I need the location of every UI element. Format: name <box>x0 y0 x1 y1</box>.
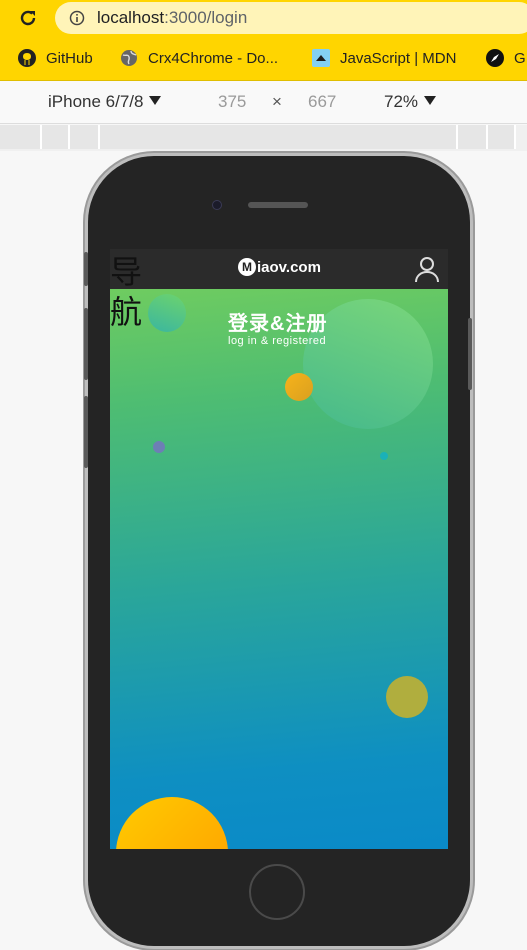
globe-icon <box>121 50 137 66</box>
ruler-segment[interactable] <box>70 125 100 149</box>
width-input[interactable]: 375 <box>218 92 246 112</box>
site-logo[interactable]: Miaov.com <box>238 258 321 276</box>
bookmark-label: JavaScript | MDN <box>340 49 457 67</box>
device-select-label: iPhone 6/7/8 <box>48 92 144 111</box>
decorative-bubble <box>380 452 388 460</box>
info-icon[interactable] <box>69 10 85 26</box>
bookmark-mdn[interactable]: JavaScript | MDN <box>312 46 456 70</box>
decorative-bubble <box>116 797 228 849</box>
github-icon <box>18 49 36 67</box>
zoom-select[interactable]: 72% <box>384 92 437 112</box>
bookmarks-bar: GitHub Crx4Chrome - Do... JavaScript | M… <box>0 36 527 81</box>
nav-label[interactable]: 导航 <box>110 252 146 332</box>
ruler-segment[interactable] <box>0 125 42 149</box>
decorative-bubble <box>285 373 313 401</box>
bookmark-crx4chrome[interactable]: Crx4Chrome - Do... <box>120 46 278 70</box>
device-toolbar: iPhone 6/7/8 375 × 667 72% <box>0 81 527 124</box>
ruler-segment[interactable] <box>100 125 458 149</box>
page-title: 登录&注册 <box>228 313 328 335</box>
dimension-separator: × <box>272 92 282 111</box>
app-screen: Miaov.com 导航 登录&注册 log in & registered <box>110 249 448 849</box>
dropdown-arrow-icon <box>424 96 437 105</box>
url-field[interactable]: localhost:3000/login <box>55 2 527 34</box>
reload-icon[interactable] <box>18 8 38 28</box>
ruler-segment[interactable] <box>488 125 516 149</box>
bookmark-label: GitHub <box>46 49 93 67</box>
logo-text: iaov.com <box>257 259 321 276</box>
device-select[interactable]: iPhone 6/7/8 <box>48 92 162 112</box>
mute-switch <box>84 252 88 286</box>
bookmark-label: Crx4Chrome - Do... <box>148 49 279 67</box>
browser-address-bar: localhost:3000/login <box>0 0 527 36</box>
ruler-segment[interactable] <box>42 125 70 149</box>
decorative-bubble <box>386 676 428 718</box>
bookmark-label: G <box>514 49 526 67</box>
dropdown-arrow-icon <box>149 96 162 105</box>
logo-mark: M <box>238 258 256 276</box>
decorative-bubble <box>153 441 165 453</box>
user-icon[interactable] <box>414 255 440 283</box>
compass-icon <box>486 49 504 67</box>
media-query-ruler <box>0 125 527 151</box>
height-input[interactable]: 667 <box>308 92 336 112</box>
zoom-select-label: 72% <box>384 92 419 111</box>
bookmark-g[interactable]: G <box>486 46 526 70</box>
volume-up-button <box>84 308 88 380</box>
decorative-bubble <box>148 294 186 332</box>
front-camera <box>212 200 222 210</box>
volume-down-button <box>84 396 88 468</box>
page-subtitle: log in & registered <box>228 335 327 347</box>
ruler-segment[interactable] <box>458 125 488 149</box>
bookmark-github[interactable]: GitHub <box>18 46 93 70</box>
app-header: Miaov.com <box>110 249 448 289</box>
power-button <box>468 318 472 390</box>
earpiece-speaker <box>248 202 308 208</box>
url-text: localhost:3000/login <box>97 8 248 27</box>
home-button[interactable] <box>249 864 305 920</box>
mdn-icon <box>312 49 330 67</box>
